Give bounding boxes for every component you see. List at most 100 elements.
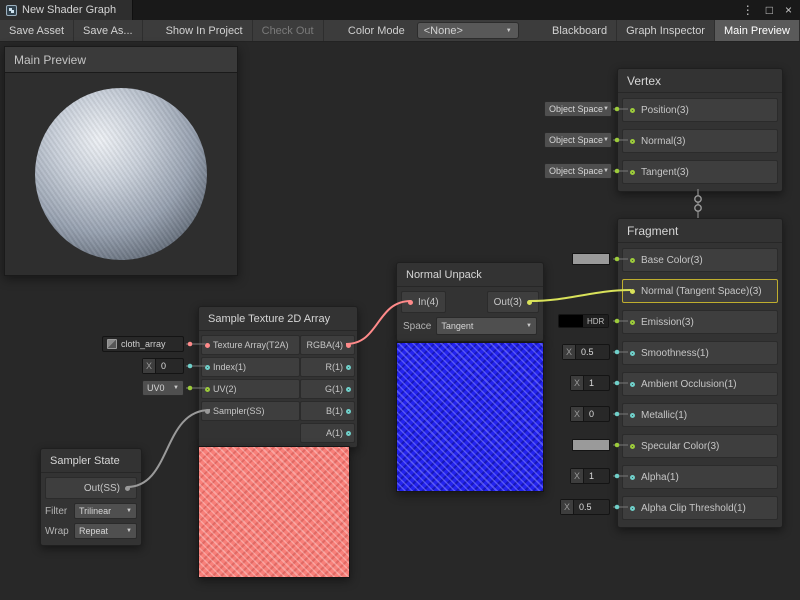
in-input-port[interactable]: [408, 300, 413, 305]
b-output-port[interactable]: [346, 409, 351, 414]
smoothness-field[interactable]: X 0.5: [562, 344, 610, 360]
normal-input-port[interactable]: [630, 289, 635, 294]
tangent-space-dropdown[interactable]: Object Space ▼: [544, 163, 612, 179]
port-row-rgba[interactable]: RGBA(4): [300, 335, 355, 355]
r-output-port[interactable]: [346, 365, 351, 370]
show-in-project-button[interactable]: Show In Project: [157, 20, 253, 41]
normal-unpack-node[interactable]: Normal Unpack In(4) Out(3) Space Tangent…: [396, 262, 544, 342]
g-output-port[interactable]: [346, 387, 351, 392]
a-output-port[interactable]: [346, 431, 351, 436]
main-preview-panel: Main Preview: [4, 46, 238, 276]
vertex-node[interactable]: Vertex Position(3) Normal(3) Tangent(3): [617, 68, 783, 192]
uv-channel-dropdown[interactable]: UV0 ▼: [142, 380, 184, 396]
save-asset-button[interactable]: Save Asset: [0, 20, 74, 41]
port-row-r[interactable]: R(1): [300, 357, 355, 377]
space-value: Tangent: [441, 321, 473, 331]
port-row-tangent[interactable]: Tangent(3): [622, 160, 778, 184]
wrap-dropdown[interactable]: Repeat ▼: [74, 523, 137, 539]
preview-sphere[interactable]: [35, 88, 207, 260]
smoothness-input-port[interactable]: [630, 351, 635, 356]
wrap-label: Wrap: [45, 526, 69, 537]
sample-texture-2d-array-node[interactable]: Sample Texture 2D Array Texture Array(T2…: [198, 306, 358, 448]
sampler-input-port[interactable]: [205, 409, 210, 414]
port-row-b[interactable]: B(1): [300, 401, 355, 421]
space-dropdown[interactable]: Tangent ▼: [436, 317, 537, 335]
normal-space-dropdown[interactable]: Object Space ▼: [544, 132, 612, 148]
metallic-field[interactable]: X 0: [570, 406, 610, 422]
chevron-down-icon: ▼: [603, 168, 609, 174]
maximize-icon[interactable]: □: [766, 3, 773, 17]
save-as-button[interactable]: Save As...: [74, 20, 143, 41]
port-row-emission[interactable]: Emission(3): [622, 310, 778, 334]
ambient-occlusion-field[interactable]: X 1: [570, 375, 610, 391]
alpha-field[interactable]: X 1: [570, 468, 610, 484]
menu-icon[interactable]: ⋮: [742, 3, 754, 17]
texture-array-field[interactable]: cloth_array: [102, 336, 184, 352]
color-mode-label: Color Mode: [342, 20, 411, 41]
chevron-down-icon: ▼: [526, 323, 532, 329]
index-input-port[interactable]: [205, 365, 210, 370]
wrap-value: Repeat: [79, 526, 108, 536]
port-label: Index(1): [213, 362, 246, 372]
graph-inspector-button[interactable]: Graph Inspector: [617, 20, 715, 41]
port-row-index[interactable]: Index(1): [201, 357, 300, 377]
specular-color-swatch[interactable]: [572, 439, 610, 451]
port-row-smoothness[interactable]: Smoothness(1): [622, 341, 778, 365]
window-tab[interactable]: New Shader Graph: [0, 0, 133, 20]
emission-input-port[interactable]: [630, 320, 635, 325]
base-color-swatch[interactable]: [572, 253, 610, 265]
filter-dropdown[interactable]: Trilinear ▼: [74, 503, 137, 519]
uv-input-port[interactable]: [205, 387, 210, 392]
port-row-sampler[interactable]: Sampler(SS): [201, 401, 300, 421]
axis-label: X: [571, 407, 584, 421]
fragment-node[interactable]: Fragment Base Color(3) Normal (Tangent S…: [617, 218, 783, 528]
emission-color-field[interactable]: HDR: [558, 314, 609, 328]
port-row-metallic[interactable]: Metallic(1): [622, 403, 778, 427]
port-row-normal[interactable]: Normal(3): [622, 129, 778, 153]
port-row-out-ss[interactable]: Out(SS): [45, 477, 137, 499]
port-row-position[interactable]: Position(3): [622, 98, 778, 122]
chevron-down-icon: ▼: [173, 385, 179, 391]
port-row-a[interactable]: A(1): [300, 423, 355, 443]
port-row-texture-array[interactable]: Texture Array(T2A): [201, 335, 300, 355]
graph-canvas[interactable]: Main Preview Vertex Position(3) Normal(3…: [0, 42, 800, 600]
position-space-dropdown[interactable]: Object Space ▼: [544, 101, 612, 117]
alpha-clip-threshold-input-port[interactable]: [630, 506, 635, 511]
specular-color-input-port[interactable]: [630, 444, 635, 449]
rgba-output-port[interactable]: [346, 343, 351, 348]
window-title: New Shader Graph: [22, 4, 116, 16]
port-row-g[interactable]: G(1): [300, 379, 355, 399]
port-row-normal-tangent-space[interactable]: Normal (Tangent Space)(3): [622, 279, 778, 303]
texture-array-input-port[interactable]: [205, 343, 210, 348]
position-input-port[interactable]: [630, 108, 635, 113]
base-color-input-port[interactable]: [630, 258, 635, 263]
port-row-uv[interactable]: UV(2): [201, 379, 300, 399]
port-row-ambient-occlusion[interactable]: Ambient Occlusion(1): [622, 372, 778, 396]
color-mode-dropdown[interactable]: <None> ▼: [417, 22, 519, 39]
blackboard-button[interactable]: Blackboard: [543, 20, 617, 41]
tangent-input-port[interactable]: [630, 170, 635, 175]
index-field[interactable]: X 0: [142, 358, 184, 374]
chevron-down-icon: ▼: [506, 28, 512, 34]
port-row-alpha-clip-threshold[interactable]: Alpha Clip Threshold(1): [622, 496, 778, 520]
axis-label: X: [563, 345, 576, 359]
alpha-clip-threshold-field[interactable]: X 0.5: [560, 499, 610, 515]
main-preview-title: Main Preview: [5, 47, 237, 73]
close-icon[interactable]: ×: [785, 3, 792, 17]
main-preview-button[interactable]: Main Preview: [715, 20, 800, 41]
port-label: Ambient Occlusion(1): [641, 379, 737, 390]
toolbar: Save Asset Save As... Show In Project Ch…: [0, 20, 800, 42]
port-row-alpha[interactable]: Alpha(1): [622, 465, 778, 489]
port-row-specular-color[interactable]: Specular Color(3): [622, 434, 778, 458]
port-row-base-color[interactable]: Base Color(3): [622, 248, 778, 272]
port-row-in[interactable]: In(4): [401, 291, 446, 313]
out-output-port[interactable]: [527, 300, 532, 305]
ambient-occlusion-input-port[interactable]: [630, 382, 635, 387]
normal-input-port[interactable]: [630, 139, 635, 144]
sampler-state-node[interactable]: Sampler State Out(SS) Filter Trilinear ▼…: [40, 448, 142, 546]
metallic-input-port[interactable]: [630, 413, 635, 418]
alpha-input-port[interactable]: [630, 475, 635, 480]
out-ss-output-port[interactable]: [125, 486, 130, 491]
port-row-out[interactable]: Out(3): [487, 291, 539, 313]
port-label: G(1): [325, 384, 343, 394]
